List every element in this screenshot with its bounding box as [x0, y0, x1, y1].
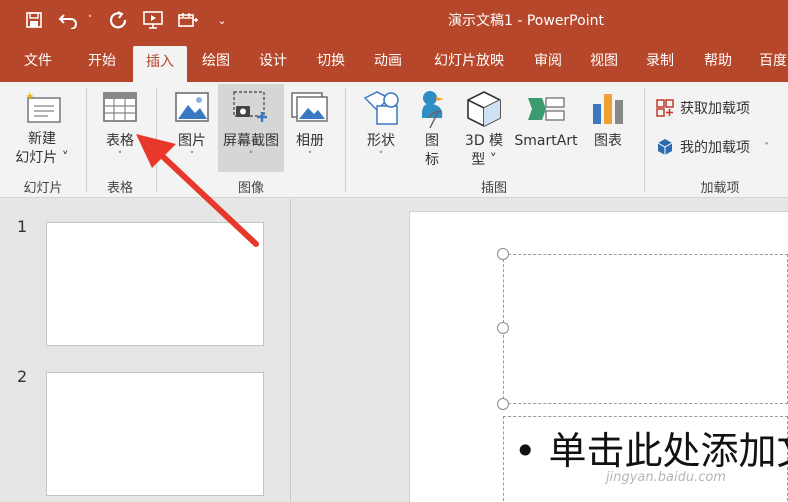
chart-button[interactable]: 图表	[584, 86, 632, 172]
screenshot-dropdown-icon: ˅	[248, 151, 254, 161]
picture-dropdown-icon: ˅	[189, 151, 195, 161]
group-label-addins: 加载项	[700, 181, 740, 196]
slide-thumbnail-1[interactable]	[46, 222, 264, 346]
tab-insert[interactable]: 插入	[133, 46, 187, 82]
slide-thumbnail-2[interactable]	[46, 372, 264, 496]
tab-slideshow[interactable]: 幻灯片放映	[422, 40, 516, 82]
get-addins-button[interactable]: 获取加载项	[656, 96, 750, 120]
addins-grid-icon	[656, 99, 674, 117]
ribbon-separator	[86, 88, 87, 192]
my-addins-icon	[657, 139, 673, 155]
group-label-tables: 表格	[106, 181, 133, 196]
chart-label: 图表	[594, 133, 622, 149]
my-addins-button[interactable]: 我的加载项 ˅	[656, 135, 769, 159]
new-slide-icon	[26, 92, 61, 123]
window-title: 演示文稿1 - PowerPoint	[448, 13, 604, 29]
picture-icon	[175, 92, 209, 122]
my-addins-label: 我的加载项	[680, 140, 750, 156]
photo-album-dropdown-icon: ˅	[307, 151, 313, 161]
3d-model-button[interactable]: 3D 模 型 ˅	[458, 86, 510, 172]
undo-icon[interactable]	[56, 8, 82, 32]
icons-label-line2: 标	[425, 152, 439, 168]
group-label-slides: 幻灯片	[23, 181, 63, 196]
tab-draw[interactable]: 绘图	[190, 40, 242, 82]
ribbon-tabs: 文件 开始 插入 绘图 设计 切换 动画 幻灯片放映 审阅 视图 录制 帮助 百…	[0, 40, 788, 82]
table-icon	[103, 92, 137, 122]
resize-handle[interactable]	[497, 248, 509, 260]
new-slide-button[interactable]: 新建 幻灯片 ˅	[8, 86, 76, 172]
table-dropdown-icon: ˅	[117, 151, 123, 161]
3d-model-label-line1: 3D 模	[464, 133, 504, 149]
my-addins-dropdown-icon[interactable]: ˅	[764, 142, 769, 153]
smartart-button[interactable]: SmartArt	[512, 86, 580, 172]
tab-file[interactable]: 文件	[10, 40, 66, 82]
resize-handle[interactable]	[497, 398, 509, 410]
ribbon: 新建 幻灯片 ˅ 幻灯片 表格 ˅ 表格 图片 ˅ 屏幕截图 ˅ 相册 ˅ 图像…	[0, 82, 788, 198]
touch-mode-icon[interactable]	[174, 8, 202, 32]
shapes-label: 形状	[367, 133, 395, 149]
ribbon-separator	[644, 88, 645, 192]
picture-label: 图片	[178, 133, 206, 149]
smartart-icon	[528, 97, 565, 121]
shapes-icon	[363, 91, 399, 125]
tab-baidu[interactable]: 百度	[748, 40, 788, 82]
title-bar: ˅ ⌄ 演示文稿1 - PowerPoint	[0, 0, 788, 40]
icons-label-line1: 图	[425, 133, 439, 149]
3d-model-label-line2: 型 ˅	[471, 152, 497, 168]
icons-icon	[422, 91, 444, 128]
customize-qat-icon[interactable]: ⌄	[214, 8, 230, 32]
tab-record[interactable]: 录制	[634, 40, 686, 82]
slide-number: 1	[17, 217, 28, 236]
icons-button[interactable]: 图 标	[410, 86, 454, 172]
picture-button[interactable]: 图片 ˅	[168, 86, 216, 172]
screenshot-button[interactable]: 屏幕截图 ˅	[218, 84, 284, 172]
get-addins-label: 获取加载项	[680, 101, 750, 117]
slide-thumbnail-pane: 1 2	[0, 199, 291, 502]
tab-design[interactable]: 设计	[247, 40, 299, 82]
resize-handle[interactable]	[497, 322, 509, 334]
ribbon-separator	[156, 88, 157, 192]
shapes-button[interactable]: 形状 ˅	[356, 86, 406, 172]
tab-animations[interactable]: 动画	[362, 40, 414, 82]
undo-dropdown-icon[interactable]: ˅	[84, 8, 96, 32]
new-slide-label-line1: 新建	[28, 131, 56, 147]
new-slide-label-line2: 幻灯片 ˅	[15, 150, 69, 166]
photo-album-icon	[291, 92, 328, 122]
tab-help[interactable]: 帮助	[692, 40, 744, 82]
screenshot-label: 屏幕截图	[223, 133, 279, 149]
photo-album-button[interactable]: 相册 ˅	[286, 86, 334, 172]
tab-view[interactable]: 视图	[578, 40, 630, 82]
3d-cube-icon	[467, 91, 501, 127]
title-placeholder[interactable]	[503, 254, 788, 404]
group-label-illustrations: 插图	[480, 181, 507, 196]
chart-icon	[593, 94, 623, 124]
slide-number: 2	[17, 367, 28, 386]
photo-album-label: 相册	[296, 133, 324, 149]
group-label-images: 图像	[237, 181, 264, 196]
present-from-start-icon[interactable]	[140, 8, 166, 32]
tab-home[interactable]: 开始	[76, 40, 128, 82]
redo-icon[interactable]	[106, 8, 130, 32]
ribbon-separator	[345, 88, 346, 192]
save-icon[interactable]	[22, 8, 46, 32]
tab-review[interactable]: 审阅	[522, 40, 574, 82]
watermark-text: jingyan.baidu.com	[606, 470, 726, 485]
smartart-label: SmartArt	[514, 133, 578, 149]
shapes-dropdown-icon: ˅	[378, 151, 384, 161]
table-button[interactable]: 表格 ˅	[96, 86, 144, 172]
tab-transitions[interactable]: 切换	[304, 40, 358, 82]
table-label: 表格	[106, 133, 134, 149]
screenshot-icon	[233, 91, 267, 122]
content-placeholder-text[interactable]: • 单击此处添加文	[514, 420, 788, 475]
